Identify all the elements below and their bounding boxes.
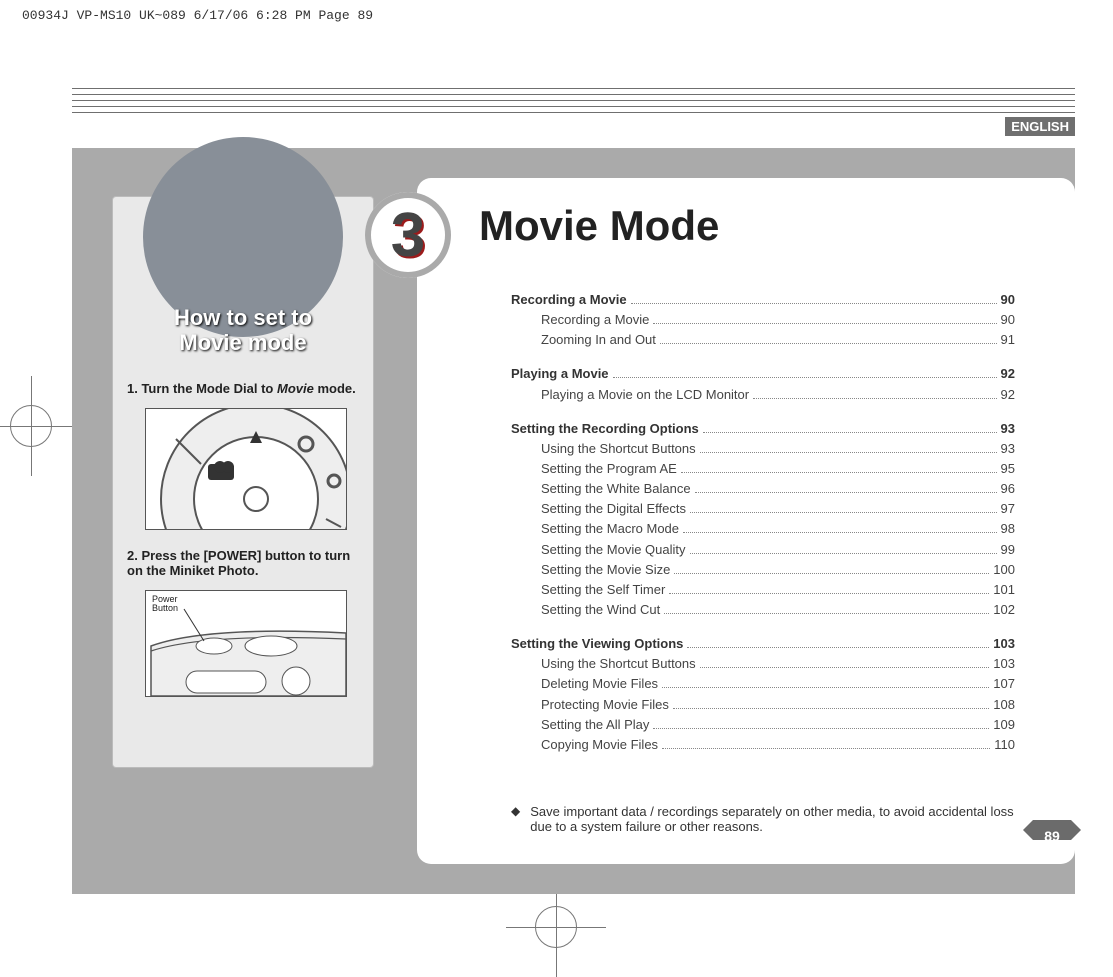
toc-entry: Setting the Self Timer101 [511, 580, 1015, 600]
toc-heading: Setting the Viewing Options103 [511, 634, 1015, 654]
toc-entry: Setting the Program AE95 [511, 459, 1015, 479]
toc-entry: Setting the Digital Effects97 [511, 499, 1015, 519]
sidebar-title: How to set to Movie mode [113, 305, 373, 356]
power-button-illustration: Power Button [145, 590, 347, 697]
toc-heading: Recording a Movie90 [511, 290, 1015, 310]
toc-entry: Setting the White Balance96 [511, 479, 1015, 499]
page-background: How to set to Movie mode 1. Turn the Mod… [72, 148, 1075, 894]
toc-entry: Copying Movie Files110 [511, 735, 1015, 755]
table-of-contents: Recording a Movie90Recording a Movie90Zo… [511, 290, 1015, 755]
header-rules [72, 88, 1075, 118]
sidebar-card: How to set to Movie mode 1. Turn the Mod… [112, 196, 374, 768]
content-panel: 3 Movie Mode Recording a Movie90Recordin… [417, 178, 1075, 864]
toc-entry: Playing a Movie on the LCD Monitor92 [511, 385, 1015, 405]
toc-entry: Using the Shortcut Buttons103 [511, 654, 1015, 674]
crop-mark-bottom [535, 906, 577, 948]
toc-entry: Using the Shortcut Buttons93 [511, 439, 1015, 459]
note-text: Save important data / recordings separat… [530, 804, 1015, 834]
power-button-label: Power Button [152, 595, 178, 614]
mode-dial-illustration [145, 408, 347, 530]
language-badge: ENGLISH [1005, 117, 1075, 136]
toc-entry: Setting the Movie Size100 [511, 560, 1015, 580]
chapter-number-badge: 3 [365, 192, 451, 278]
toc-entry: Protecting Movie Files108 [511, 695, 1015, 715]
toc-entry: Recording a Movie90 [511, 310, 1015, 330]
toc-entry: Setting the Movie Quality99 [511, 540, 1015, 560]
toc-entry: Zooming In and Out91 [511, 330, 1015, 350]
toc-entry: Setting the Wind Cut102 [511, 600, 1015, 620]
footnote: ◆ Save important data / recordings separ… [511, 804, 1015, 834]
sidebar-step-1: 1. Turn the Mode Dial to Movie mode. [127, 381, 359, 396]
note-bullet-icon: ◆ [511, 804, 520, 834]
crop-mark-left [10, 405, 52, 447]
toc-entry: Setting the Macro Mode98 [511, 519, 1015, 539]
toc-entry: Deleting Movie Files107 [511, 674, 1015, 694]
sidebar-step-2: 2. Press the [POWER] button to turn on t… [127, 548, 359, 578]
print-header: 00934J VP-MS10 UK~089 6/17/06 6:28 PM Pa… [22, 8, 373, 23]
page-number-badge: 89 [1023, 820, 1081, 852]
toc-entry: Setting the All Play109 [511, 715, 1015, 735]
toc-heading: Setting the Recording Options93 [511, 419, 1015, 439]
chapter-title: Movie Mode [479, 202, 719, 250]
toc-heading: Playing a Movie92 [511, 364, 1015, 384]
